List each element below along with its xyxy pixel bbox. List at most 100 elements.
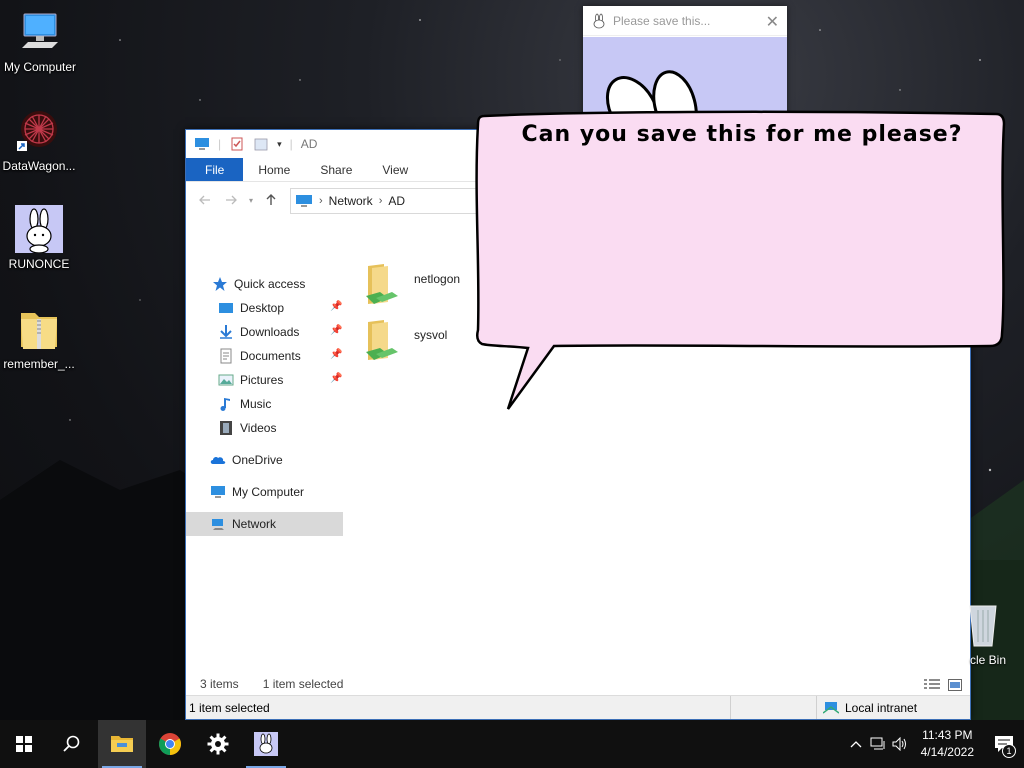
- rabbit-app-icon: [254, 732, 278, 756]
- titlebar-separator: |: [218, 137, 222, 151]
- item-count: 3 items: [200, 677, 239, 691]
- rabbit-app-icon: [593, 13, 605, 28]
- system-tray: 11:43 PM 4/14/2022 1: [845, 720, 1024, 768]
- status-spacer: [731, 696, 817, 719]
- pin-icon: 📌: [330, 373, 343, 384]
- intranet-icon: [823, 701, 839, 714]
- picture-icon: [218, 374, 234, 386]
- breadcrumb-separator-icon[interactable]: ›: [379, 195, 383, 207]
- shared-folder-icon: [366, 320, 398, 360]
- nav-desktop[interactable]: Desktop: [218, 296, 284, 320]
- tab-home[interactable]: Home: [243, 158, 305, 181]
- breadcrumb-separator-icon[interactable]: ›: [319, 195, 323, 207]
- pin-icon: 📌: [330, 349, 343, 360]
- volume-tray-button[interactable]: [889, 720, 911, 768]
- notification-badge: 1: [1002, 744, 1016, 758]
- taskbar-settings[interactable]: [194, 720, 242, 768]
- status-bar-items: 3 items 1 item selected: [186, 673, 970, 695]
- forward-button[interactable]: [218, 188, 244, 212]
- cloud-icon: [210, 456, 226, 464]
- navigation-pane: Quick access Desktop 📌 Downloads 📌 Docum…: [186, 272, 343, 669]
- breadcrumb-network[interactable]: Network: [329, 194, 373, 208]
- view-toggle-group: [924, 679, 962, 691]
- computer-icon: [22, 13, 58, 48]
- tab-file[interactable]: File: [186, 158, 244, 181]
- details-view-icon[interactable]: [924, 679, 940, 691]
- status-selected: 1 item selected: [186, 696, 731, 719]
- file-explorer-icon: [111, 736, 133, 752]
- list-item[interactable]: netlogon: [362, 260, 482, 312]
- security-zone: Local intranet: [817, 701, 917, 715]
- file-name: netlogon: [414, 272, 461, 286]
- pin-icon: 📌: [330, 301, 343, 312]
- recent-locations-button[interactable]: ▾: [244, 188, 258, 212]
- window-title: AD: [300, 137, 318, 151]
- up-button[interactable]: [258, 188, 284, 212]
- dialog-close-button[interactable]: ✕: [766, 12, 779, 32]
- back-button[interactable]: [192, 188, 218, 212]
- arrow-left-icon: [199, 195, 210, 205]
- network-icon: [212, 519, 224, 530]
- music-note-icon: [220, 398, 230, 411]
- taskbar: 11:43 PM 4/14/2022 1: [0, 720, 1024, 768]
- chevron-up-icon: [850, 741, 862, 748]
- download-icon: [220, 325, 232, 339]
- search-button[interactable]: [48, 720, 96, 768]
- dialog-titlebar[interactable]: Please save this...: [583, 6, 787, 36]
- chevron-down-icon: ▾: [248, 195, 253, 205]
- tab-share[interactable]: Share: [305, 158, 367, 181]
- show-hidden-icons-button[interactable]: [845, 720, 867, 768]
- desktop-icon: [219, 303, 233, 313]
- desktop-icon-datawagon[interactable]: DataWagon...: [0, 107, 79, 173]
- windows-logo-icon: [16, 736, 32, 752]
- computer-icon: [211, 486, 225, 498]
- large-icons-view-icon[interactable]: [948, 679, 962, 691]
- datawagon-icon: [17, 111, 57, 151]
- speech-bubble-text: Can you save this for me please?: [521, 122, 963, 147]
- desktop-icon-my-computer[interactable]: My Computer: [0, 8, 80, 74]
- new-folder-icon[interactable]: [253, 136, 269, 152]
- properties-icon[interactable]: [229, 136, 245, 152]
- nav-downloads[interactable]: Downloads: [218, 320, 299, 344]
- speech-bubble: [475, 110, 1006, 410]
- nav-music[interactable]: Music: [218, 392, 271, 416]
- breadcrumb-ad[interactable]: AD: [388, 194, 405, 208]
- nav-documents[interactable]: Documents: [218, 344, 301, 368]
- search-icon: [63, 735, 80, 752]
- arrow-right-icon: [226, 195, 237, 205]
- desktop-icon-runonce[interactable]: RUNONCE: [0, 205, 79, 271]
- dialog-title: Please save this...: [613, 13, 711, 28]
- network-tray-button[interactable]: [867, 720, 889, 768]
- nav-quick-access[interactable]: Quick access: [212, 272, 305, 296]
- nav-pictures[interactable]: Pictures: [218, 368, 283, 392]
- computer-icon: [195, 138, 209, 150]
- window-status-bar: 1 item selected Local intranet: [186, 695, 970, 719]
- star-icon: [213, 277, 227, 291]
- titlebar-separator: |: [289, 137, 293, 151]
- document-icon: [220, 348, 232, 364]
- clock-time: 11:43 PM: [922, 728, 973, 742]
- clock[interactable]: 11:43 PM 4/14/2022: [921, 727, 974, 761]
- recycle-bin-icon: [969, 605, 997, 647]
- film-icon: [220, 421, 232, 435]
- nav-network[interactable]: Network: [186, 512, 343, 536]
- desktop-icon-remember[interactable]: remember_...: [0, 305, 79, 371]
- nav-videos[interactable]: Videos: [218, 416, 276, 440]
- tab-view[interactable]: View: [367, 158, 423, 181]
- shared-folder-icon: [366, 264, 398, 304]
- chrome-icon: [159, 733, 181, 755]
- nav-my-computer[interactable]: My Computer: [210, 480, 304, 504]
- computer-icon: [296, 195, 312, 207]
- clock-date: 4/14/2022: [920, 745, 974, 759]
- taskbar-chrome[interactable]: [146, 720, 194, 768]
- list-item[interactable]: sysvol: [362, 316, 482, 368]
- file-name: sysvol: [414, 328, 448, 342]
- taskbar-file-explorer[interactable]: [98, 720, 146, 768]
- network-icon: [870, 737, 885, 750]
- rabbit-icon: [15, 205, 63, 253]
- taskbar-rabbit-app[interactable]: [242, 720, 290, 768]
- customize-qat-chevron-icon[interactable]: ▾: [277, 139, 282, 150]
- nav-onedrive[interactable]: OneDrive: [210, 448, 283, 472]
- start-button[interactable]: [0, 720, 48, 768]
- action-center-button[interactable]: 1: [984, 720, 1024, 768]
